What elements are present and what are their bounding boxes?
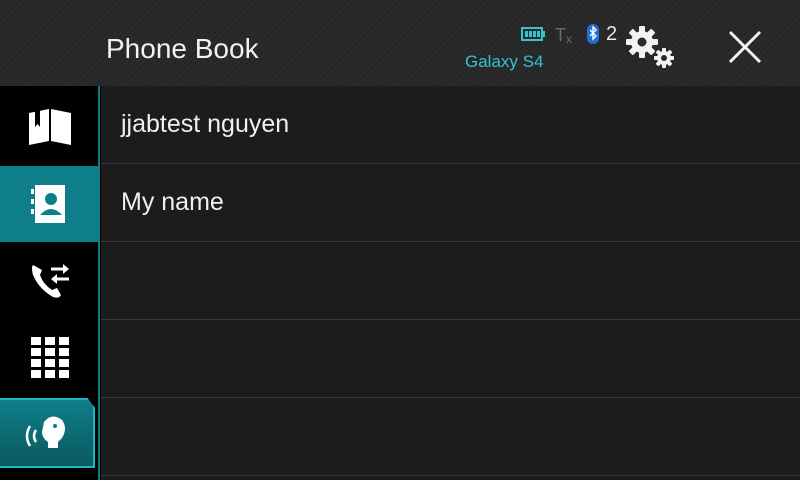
gear-icon[interactable] xyxy=(624,24,680,72)
sidebar-item-keypad[interactable] xyxy=(0,318,100,394)
battery-icon xyxy=(521,27,545,41)
device-name: Galaxy S4 xyxy=(465,52,544,71)
signal-tx-icon: T x xyxy=(555,25,572,46)
contact-name: My name xyxy=(121,188,224,216)
list-item[interactable]: My name xyxy=(101,164,800,242)
status-area: T x 2 xyxy=(520,22,617,46)
sidebar-item-contacts[interactable] xyxy=(0,166,100,242)
close-icon[interactable] xyxy=(724,26,766,68)
sidebar-item-voice[interactable] xyxy=(0,398,95,468)
contact-list: jjabtest nguyen My name xyxy=(101,86,800,480)
voice-recognition-icon xyxy=(25,416,65,448)
sidebar-item-call-history[interactable] xyxy=(0,242,100,318)
keypad-icon xyxy=(31,337,69,378)
page-title: Phone Book xyxy=(106,33,259,64)
header-bar: Phone Book T x 2 Galaxy S4 xyxy=(0,0,800,87)
svg-text:T: T xyxy=(555,25,566,45)
list-item[interactable] xyxy=(101,398,800,476)
list-item[interactable] xyxy=(101,242,800,320)
list-item[interactable]: jjabtest nguyen xyxy=(101,86,800,164)
book-icon xyxy=(29,109,71,145)
list-item[interactable] xyxy=(101,320,800,398)
bluetooth-count: 2 xyxy=(606,22,618,45)
sidebar-divider xyxy=(98,86,100,480)
svg-text:x: x xyxy=(566,32,572,46)
contact-card-icon xyxy=(31,185,65,223)
call-history-icon xyxy=(32,264,69,298)
contact-name: jjabtest nguyen xyxy=(121,110,290,138)
sidebar-item-phonebook-book[interactable] xyxy=(0,90,100,166)
sidebar xyxy=(0,86,100,480)
bluetooth-icon xyxy=(587,24,599,44)
